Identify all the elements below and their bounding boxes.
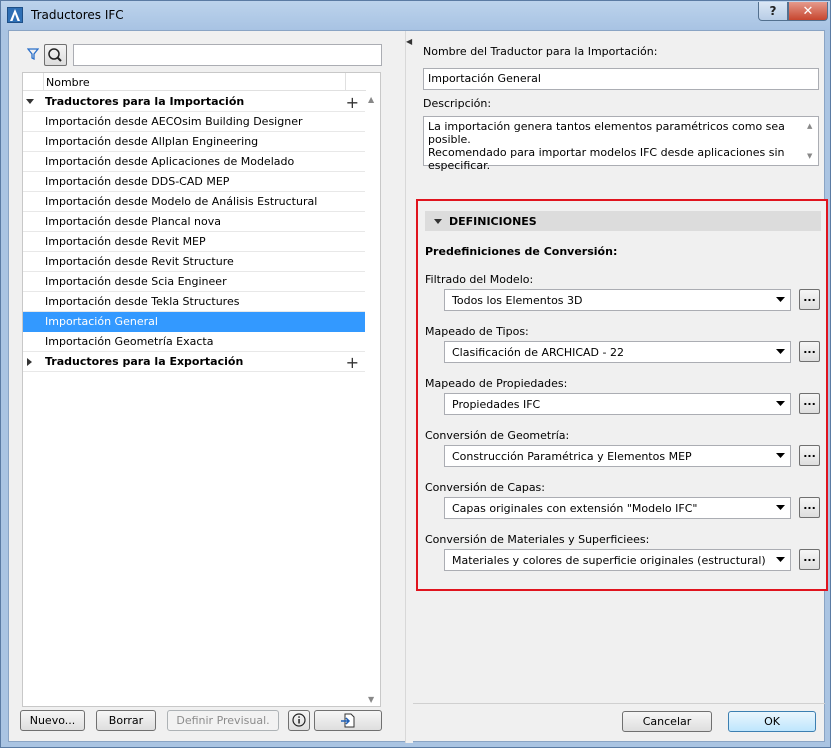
setting-dropdown[interactable]: Materiales y colores de superficie origi… <box>444 549 791 571</box>
tree-group-row[interactable]: Traductores para la Importación + <box>23 92 366 112</box>
translator-row[interactable]: Importación desde Scia Engineer <box>23 272 366 292</box>
definitions-section: DEFINICIONES Predefiniciones de Conversi… <box>416 199 828 591</box>
list-scrollbar[interactable]: ▲ ▼ <box>365 91 380 706</box>
translator-row[interactable]: Importación desde Allplan Engineering <box>23 132 366 152</box>
search-input[interactable] <box>73 44 382 66</box>
info-button[interactable] <box>288 710 310 731</box>
panel-splitter[interactable]: ◀ <box>405 31 413 743</box>
translator-row-selected[interactable]: Importación General <box>23 312 366 332</box>
dropdown-value: Materiales y colores de superficie origi… <box>452 554 766 567</box>
setting-label: Mapeado de Tipos: <box>425 325 529 338</box>
translator-row[interactable]: Importación desde Revit Structure <box>23 252 366 272</box>
scroll-down-arrow-icon[interactable]: ▼ <box>807 150 812 163</box>
scroll-down-arrow-icon[interactable]: ▼ <box>368 695 374 704</box>
dropdown-arrow-icon <box>776 297 785 302</box>
setting-more-button[interactable]: ... <box>799 445 820 466</box>
dropdown-arrow-icon <box>776 557 785 562</box>
ok-button[interactable]: OK <box>728 711 816 732</box>
setting-more-button[interactable]: ... <box>799 341 820 362</box>
magnifier-icon <box>48 48 62 62</box>
import-export-button[interactable] <box>314 710 382 731</box>
translator-row[interactable]: Importación desde Modelo de Análisis Est… <box>23 192 366 212</box>
translator-row[interactable]: Importación desde Tekla Structures <box>23 292 366 312</box>
setting-dropdown[interactable]: Capas originales con extensión "Modelo I… <box>444 497 791 519</box>
dropdown-arrow-icon <box>776 349 785 354</box>
translator-row[interactable]: Importación desde Revit MEP <box>23 232 366 252</box>
description-line: La importación genera tantos elementos p… <box>428 120 785 146</box>
dropdown-value: Clasificación de ARCHICAD - 22 <box>452 346 624 359</box>
description-field[interactable]: La importación genera tantos elementos p… <box>423 116 819 172</box>
tree-group-row[interactable]: Traductores para la Exportación + <box>23 352 366 372</box>
group-label: Traductores para la Importación <box>45 95 245 108</box>
info-icon <box>292 713 306 727</box>
setting-more-button[interactable]: ... <box>799 497 820 518</box>
setting-dropdown[interactable]: Todos los Elementos 3D <box>444 289 791 311</box>
setting-label: Filtrado del Modelo: <box>425 273 534 286</box>
dropdown-arrow-icon <box>776 453 785 458</box>
expand-triangle-icon <box>434 219 442 224</box>
dropdown-value: Todos los Elementos 3D <box>452 294 583 307</box>
setting-label: Conversión de Geometría: <box>425 429 570 442</box>
translator-list[interactable]: Nombre Traductores para la Importación + I… <box>22 72 381 707</box>
translator-row[interactable]: Importación desde Aplicaciones de Modela… <box>23 152 366 172</box>
column-header-name[interactable]: Nombre <box>43 73 346 91</box>
translator-name-field[interactable]: Importación General <box>423 68 819 90</box>
set-default-button[interactable]: Definir Previsual. <box>167 710 279 731</box>
setting-label: Conversión de Materiales y Superficiees: <box>425 533 650 546</box>
translator-row[interactable]: Importación Geometría Exacta <box>23 332 366 352</box>
setting-label: Mapeado de Propiedades: <box>425 377 568 390</box>
translator-row[interactable]: Importación desde Plancal nova <box>23 212 366 232</box>
dropdown-arrow-icon <box>776 505 785 510</box>
setting-more-button[interactable]: ... <box>799 393 820 414</box>
dropdown-value: Propiedades IFC <box>452 398 541 411</box>
conversion-presets-title: Predefiniciones de Conversión: <box>425 245 618 258</box>
translator-name-label: Nombre del Traductor para la Importación… <box>423 45 658 58</box>
description-line: Recomendado para importar modelos IFC de… <box>428 146 785 159</box>
setting-more-button[interactable]: ... <box>799 549 820 570</box>
dialog-client: Nombre Traductores para la Importación + I… <box>8 30 828 743</box>
setting-more-button[interactable]: ... <box>799 289 820 310</box>
new-button[interactable]: Nuevo... <box>20 710 85 731</box>
scroll-up-arrow-icon[interactable]: ▲ <box>807 120 812 133</box>
collapsed-triangle-icon[interactable] <box>26 358 34 366</box>
expanded-triangle-icon[interactable] <box>26 98 34 106</box>
setting-dropdown[interactable]: Construcción Paramétrica y Elementos MEP <box>444 445 791 467</box>
group-label: Traductores para la Exportación <box>45 355 244 368</box>
scroll-up-arrow-icon[interactable]: ▲ <box>368 95 374 104</box>
translator-row[interactable]: Importación desde AECOsim Building Desig… <box>23 112 366 132</box>
setting-dropdown[interactable]: Clasificación de ARCHICAD - 22 <box>444 341 791 363</box>
description-label: Descripción: <box>423 97 492 110</box>
dropdown-arrow-icon <box>776 401 785 406</box>
ifc-translators-window: Traductores IFC ? ✕ Nombre Traductores p… <box>0 0 831 748</box>
definitions-section-header[interactable]: DEFINICIONES <box>425 211 821 231</box>
dropdown-value: Capas originales con extensión "Modelo I… <box>452 502 698 515</box>
cancel-button[interactable]: Cancelar <box>622 711 712 732</box>
description-line: especificar. <box>428 159 491 172</box>
list-header: Nombre <box>23 73 366 91</box>
definitions-title: DEFINICIONES <box>449 215 537 228</box>
import-file-icon <box>341 713 355 728</box>
add-translator-plus-icon[interactable]: + <box>346 93 359 112</box>
description-scrollbar[interactable]: ▲ ▼ <box>803 117 818 165</box>
translator-row[interactable]: Importación desde DDS-CAD MEP <box>23 172 366 192</box>
search-button[interactable] <box>44 44 67 66</box>
translator-rows: Traductores para la Importación + Importac… <box>23 92 366 372</box>
close-button[interactable]: ✕ <box>788 2 828 21</box>
bottom-divider <box>413 703 825 704</box>
archicad-app-icon <box>7 7 23 23</box>
collapse-left-arrow-icon[interactable]: ◀ <box>406 37 412 46</box>
help-button[interactable]: ? <box>758 2 788 21</box>
delete-button[interactable]: Borrar <box>96 710 156 731</box>
add-translator-plus-icon[interactable]: + <box>346 353 359 372</box>
title-bar[interactable]: Traductores IFC ? ✕ <box>1 1 830 30</box>
setting-dropdown[interactable]: Propiedades IFC <box>444 393 791 415</box>
setting-label: Conversión de Capas: <box>425 481 545 494</box>
dropdown-value: Construcción Paramétrica y Elementos MEP <box>452 450 692 463</box>
window-title: Traductores IFC <box>31 8 124 22</box>
filter-icon[interactable] <box>27 48 39 60</box>
